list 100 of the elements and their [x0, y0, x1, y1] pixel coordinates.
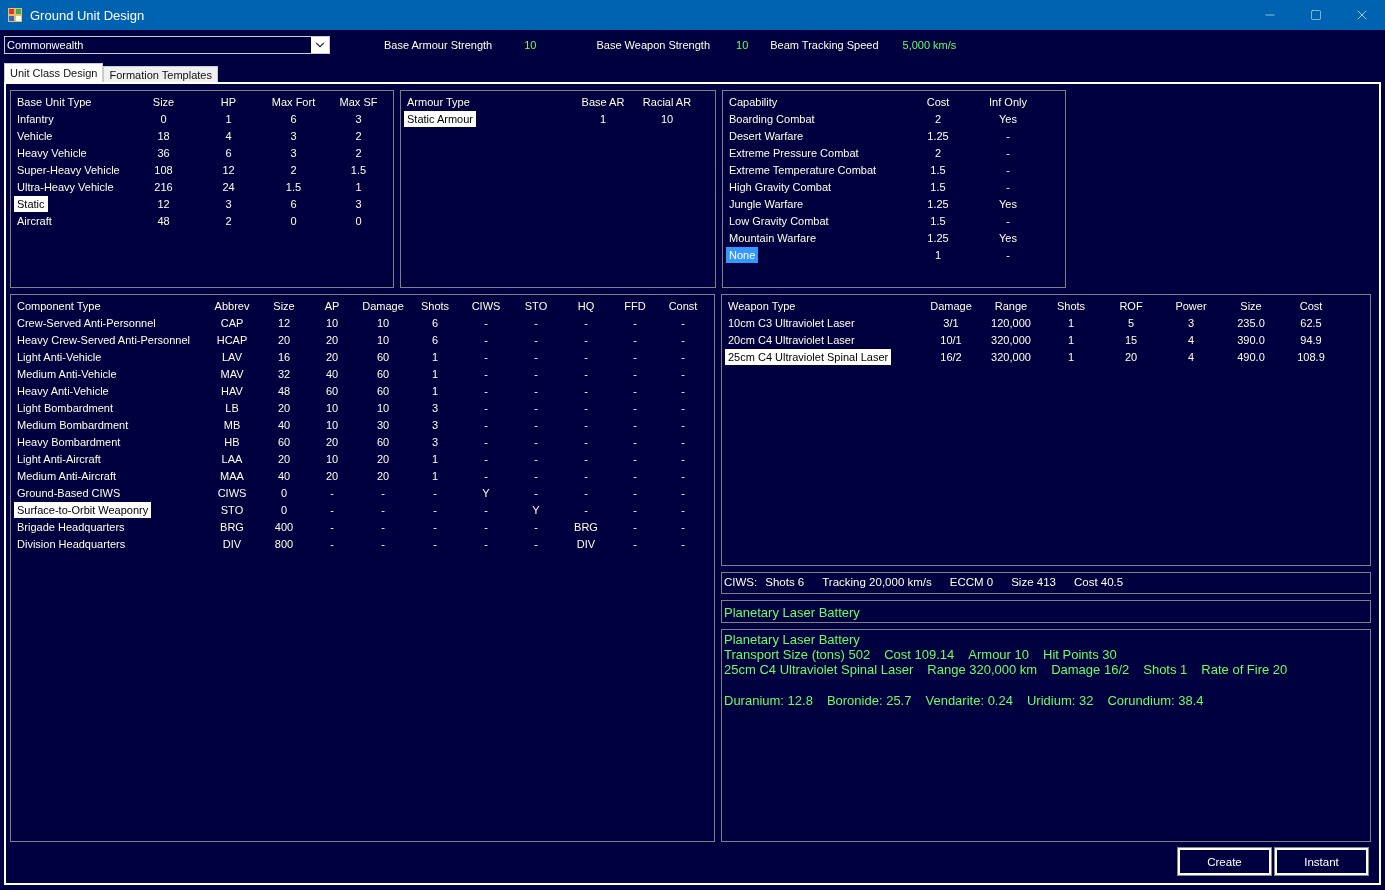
- table-cell-text: -: [483, 537, 489, 550]
- list-item[interactable]: Ground-Based CIWS: [17, 486, 203, 499]
- list-item[interactable]: Brigade Headquarters: [17, 520, 203, 533]
- table-cell-text: 16/2: [939, 350, 963, 363]
- column-header[interactable]: AP: [307, 299, 357, 312]
- summary-text: Vendarite: 0.24: [925, 693, 1013, 708]
- ciws-stat: ECCM 0: [949, 576, 994, 588]
- column-header[interactable]: Max Fort: [261, 95, 326, 108]
- table-cell-text: 94.9: [1299, 333, 1323, 346]
- list-item[interactable]: Infantry: [17, 112, 131, 125]
- list-item[interactable]: Light Anti-Vehicle: [17, 350, 203, 363]
- table-cell-text: 1: [430, 384, 440, 397]
- table-cell-text: -: [632, 333, 638, 346]
- table-cell-text: 10: [375, 333, 391, 346]
- table-cell-text: 60: [375, 435, 391, 448]
- summary-text: Planetary Laser Battery: [724, 632, 860, 647]
- table-cell-text: -: [1005, 214, 1011, 227]
- column-header[interactable]: Base Unit Type: [17, 95, 131, 108]
- column-header[interactable]: Armour Type: [407, 95, 571, 108]
- list-item[interactable]: Ultra-Heavy Vehicle: [17, 180, 131, 193]
- table-cell-text: HAV: [220, 384, 244, 397]
- list-item[interactable]: Heavy Bombardment: [17, 435, 203, 448]
- column-header[interactable]: STO: [511, 299, 561, 312]
- column-header[interactable]: Damage: [921, 299, 981, 312]
- table-cell-text: -: [483, 350, 489, 363]
- summary-text: Armour 10: [968, 647, 1029, 662]
- list-item[interactable]: High Gravity Combat: [729, 180, 903, 193]
- table-cell-text: 1.5: [929, 214, 947, 227]
- column-header[interactable]: Size: [261, 299, 307, 312]
- list-item[interactable]: Light Bombardment: [17, 401, 203, 414]
- list-item[interactable]: Medium Bombardment: [17, 418, 203, 431]
- column-header[interactable]: Abbrev: [203, 299, 261, 312]
- column-header[interactable]: Weapon Type: [728, 299, 921, 312]
- table-cell-text: 6: [430, 316, 440, 329]
- column-header[interactable]: Power: [1161, 299, 1221, 312]
- column-header[interactable]: Const: [659, 299, 707, 312]
- list-item[interactable]: 10cm C3 Ultraviolet Laser: [728, 316, 921, 329]
- list-item[interactable]: Extreme Pressure Combat: [729, 146, 903, 159]
- action-button[interactable]: Create: [1178, 848, 1271, 875]
- list-item[interactable]: Jungle Warfare: [729, 197, 903, 210]
- list-item[interactable]: Static: [14, 195, 48, 212]
- table-cell-text: -: [583, 367, 589, 380]
- table-cell-text: 216: [153, 180, 174, 193]
- list-item[interactable]: Light Anti-Aircraft: [17, 452, 203, 465]
- list-item[interactable]: 20cm C4 Ultraviolet Laser: [728, 333, 921, 346]
- column-header[interactable]: Racial AR: [635, 95, 699, 108]
- list-item[interactable]: Desert Warfare: [729, 129, 903, 142]
- column-header[interactable]: CIWS: [461, 299, 511, 312]
- table-cell-text: 108.9: [1296, 350, 1326, 363]
- column-header[interactable]: Size: [131, 95, 196, 108]
- list-item[interactable]: Vehicle: [17, 129, 131, 142]
- list-item[interactable]: Super-Heavy Vehicle: [17, 163, 131, 176]
- column-header[interactable]: Inf Only: [973, 95, 1043, 108]
- table-cell-text: 20: [324, 469, 340, 482]
- column-header[interactable]: ROF: [1101, 299, 1161, 312]
- column-header[interactable]: Damage: [357, 299, 409, 312]
- list-item[interactable]: Aircraft: [17, 214, 131, 227]
- column-header[interactable]: HQ: [561, 299, 611, 312]
- list-item[interactable]: Medium Anti-Vehicle: [17, 367, 203, 380]
- column-header[interactable]: Base AR: [571, 95, 635, 108]
- table-cell-text: -: [483, 401, 489, 414]
- table-cell-text: 3: [354, 197, 363, 210]
- list-item[interactable]: Static Armour: [404, 110, 477, 127]
- list-item[interactable]: Crew-Served Anti-Personnel: [17, 316, 203, 329]
- table-cell-text: -: [680, 435, 686, 448]
- list-item[interactable]: 25cm C4 Ultraviolet Spinal Laser: [725, 348, 892, 365]
- list-item[interactable]: Division Headquarters: [17, 537, 203, 550]
- list-item[interactable]: Heavy Crew-Served Anti-Personnel: [17, 333, 203, 346]
- summary-text: Duranium: 12.8: [724, 693, 813, 708]
- unit-name-field[interactable]: Planetary Laser Battery: [721, 600, 1371, 623]
- column-header[interactable]: Size: [1221, 299, 1281, 312]
- list-item[interactable]: Low Gravity Combat: [729, 214, 903, 227]
- list-item[interactable]: Extreme Temperature Combat: [729, 163, 903, 176]
- column-header[interactable]: Shots: [409, 299, 461, 312]
- table-cell-text: -: [680, 418, 686, 431]
- column-header[interactable]: Range: [981, 299, 1041, 312]
- column-header[interactable]: Cost: [903, 95, 973, 108]
- column-header[interactable]: Component Type: [17, 299, 203, 312]
- tab[interactable]: Unit Class Design: [4, 63, 104, 82]
- table-cell-text: 2: [289, 163, 298, 176]
- list-item[interactable]: Heavy Anti-Vehicle: [17, 384, 203, 397]
- table-cell-text: -: [483, 469, 489, 482]
- column-header[interactable]: FFD: [611, 299, 659, 312]
- action-button[interactable]: Instant: [1275, 848, 1368, 875]
- list-item[interactable]: Boarding Combat: [729, 112, 903, 125]
- list-item[interactable]: Mountain Warfare: [729, 231, 903, 244]
- column-header[interactable]: Max SF: [326, 95, 391, 108]
- list-item[interactable]: Surface-to-Orbit Weaponry: [14, 501, 152, 518]
- list-item[interactable]: Heavy Vehicle: [17, 146, 131, 159]
- race-dropdown[interactable]: Commonwealth: [4, 36, 330, 54]
- table-cell-text: 4: [224, 129, 233, 142]
- column-header[interactable]: Shots: [1041, 299, 1101, 312]
- list-item[interactable]: Medium Anti-Aircraft: [17, 469, 203, 482]
- column-header[interactable]: HP: [196, 95, 261, 108]
- tab[interactable]: Formation Templates: [103, 66, 218, 82]
- stat-label: Base Weapon Strength: [596, 39, 711, 51]
- column-header[interactable]: Capability: [729, 95, 903, 108]
- table-cell-text: 1: [1066, 333, 1076, 346]
- maximize-icon: [1310, 9, 1322, 21]
- column-header[interactable]: Cost: [1281, 299, 1341, 312]
